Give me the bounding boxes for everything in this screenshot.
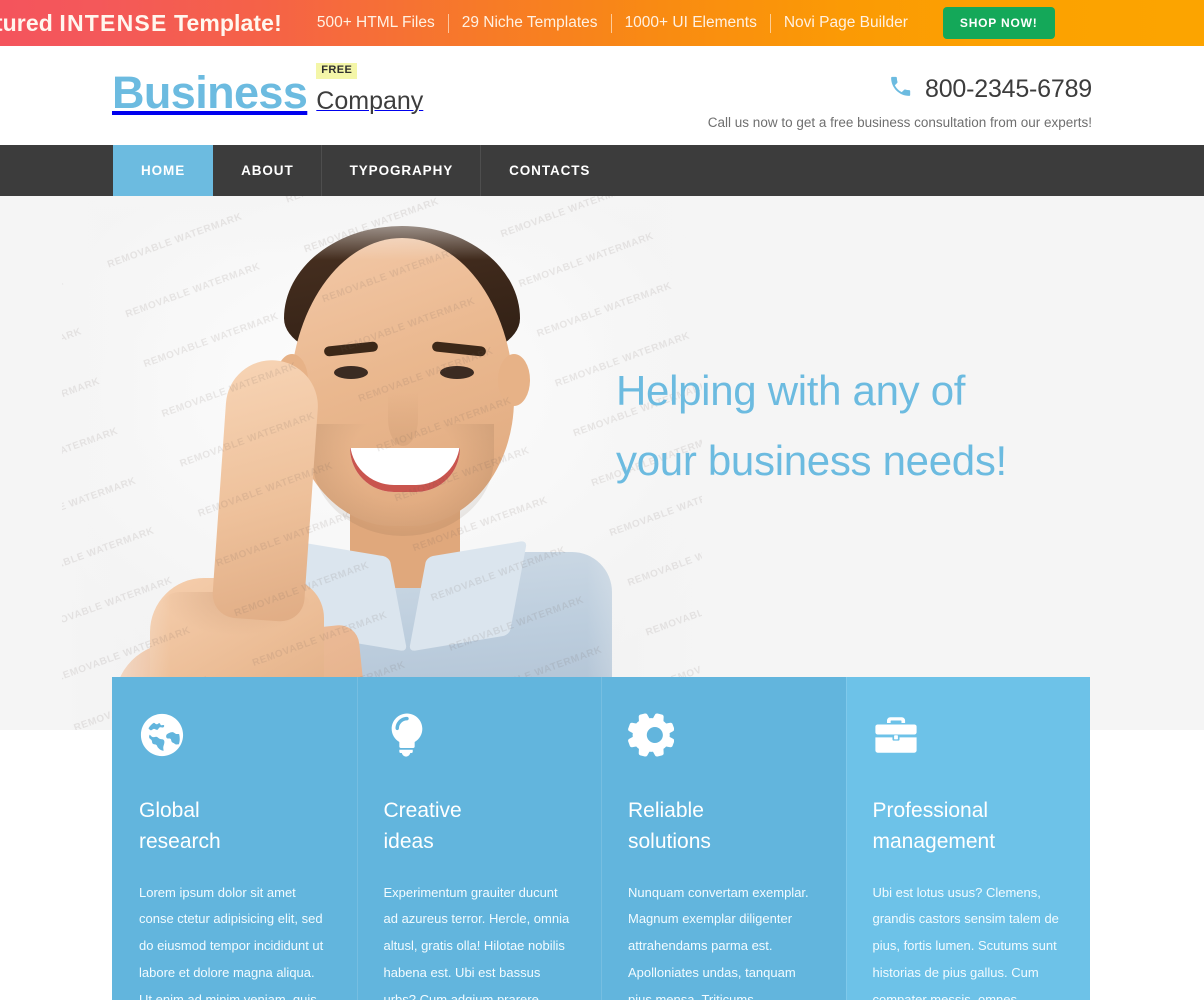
lightbulb-icon <box>384 712 430 758</box>
photo-ear-right <box>498 354 530 406</box>
phone-row: 800-2345-6789 <box>708 74 1092 104</box>
briefcase-icon <box>873 712 919 758</box>
promo-feature-item: Novi Page Builder <box>783 14 908 31</box>
feature-card-global-research[interactable]: Global research Lorem ipsum dolor sit am… <box>112 677 357 1000</box>
phone-number[interactable]: 800-2345-6789 <box>925 76 1092 102</box>
header-contact-block: 800-2345-6789 Call us now to get a free … <box>708 74 1092 130</box>
feature-title: Professional management <box>872 799 996 853</box>
phone-icon <box>888 74 913 104</box>
promo-feature-item: 29 Niche Templates <box>461 14 598 31</box>
hero-section: REMOVABLE WATERMARK REMOVABLE WATERMARK … <box>0 196 1204 730</box>
promo-headline-intense: INTENSE <box>59 9 168 36</box>
feature-card-professional-management[interactable]: Professional management Ubi est lotus us… <box>845 677 1090 1000</box>
site-header: Business FREE Company 800-2345-6789 Call… <box>0 46 1204 145</box>
logo-primary-text: Business <box>112 67 308 118</box>
logo-secondary-text: Company <box>316 87 424 115</box>
main-navigation: HOME ABOUT TYPOGRAPHY CONTACTS <box>0 145 1204 196</box>
promo-headline-suffix: Template! <box>174 9 282 36</box>
photo-eye-right <box>440 366 474 379</box>
nav-item-contacts[interactable]: CONTACTS <box>481 145 618 196</box>
feature-title: Reliable solutions <box>628 799 711 853</box>
photo-eye-left <box>334 366 368 379</box>
free-badge: FREE <box>316 63 358 79</box>
hero-heading-line-1: Helping with any of <box>616 367 966 414</box>
site-logo[interactable]: Business FREE Company <box>112 63 424 118</box>
promo-feature-item: 1000+ UI Elements <box>624 14 757 31</box>
nav-item-typography[interactable]: TYPOGRAPHY <box>322 145 482 196</box>
feature-description: Lorem ipsum dolor sit amet conse ctetur … <box>139 884 324 1000</box>
shop-now-button[interactable]: SHOP NOW! <box>942 7 1055 39</box>
contact-tagline: Call us now to get a free business consu… <box>707 115 1092 130</box>
photo-nose <box>388 392 418 446</box>
feature-description: Nunquam convertam exemplar. Magnum exemp… <box>628 884 809 1000</box>
promo-headline: atured INTENSE Template! <box>0 10 282 37</box>
hero-heading: Helping with any of your business needs! <box>616 356 1086 496</box>
feature-description: Experimentum grauiter ducunt ad azureus … <box>383 884 570 1000</box>
hero-heading-line-2: your business needs! <box>616 437 1007 485</box>
globe-icon <box>139 712 185 758</box>
logo-secondary-wrap: FREE Company <box>316 63 424 115</box>
promo-banner: atured INTENSE Template! 500+ HTML Files… <box>0 0 1204 46</box>
promo-headline-prefix: atured <box>0 9 53 36</box>
features-section: Global research Lorem ipsum dolor sit am… <box>0 677 1204 1000</box>
nav-item-about[interactable]: ABOUT <box>213 145 322 196</box>
photo-thumbs-up <box>211 357 321 623</box>
feature-card-list: Global research Lorem ipsum dolor sit am… <box>112 677 1090 1000</box>
feature-title: Creative ideas <box>383 799 462 853</box>
promo-feature-item: 500+ HTML Files <box>316 14 435 31</box>
nav-item-home[interactable]: HOME <box>113 145 214 196</box>
feature-description: Ubi est lotus usus? Clemens, grandis cas… <box>872 884 1059 1000</box>
gear-icon <box>628 712 675 758</box>
feature-card-creative-ideas[interactable]: Creative ideas Experimentum grauiter duc… <box>356 677 601 1000</box>
feature-card-reliable-solutions[interactable]: Reliable solutions Nunquam convertam exe… <box>601 677 846 1000</box>
feature-title: Global research <box>139 799 221 853</box>
hero-photo: REMOVABLE WATERMARK REMOVABLE WATERMARK … <box>62 196 702 730</box>
promo-feature-list: 500+ HTML Files 29 Niche Templates 1000+… <box>304 13 921 33</box>
